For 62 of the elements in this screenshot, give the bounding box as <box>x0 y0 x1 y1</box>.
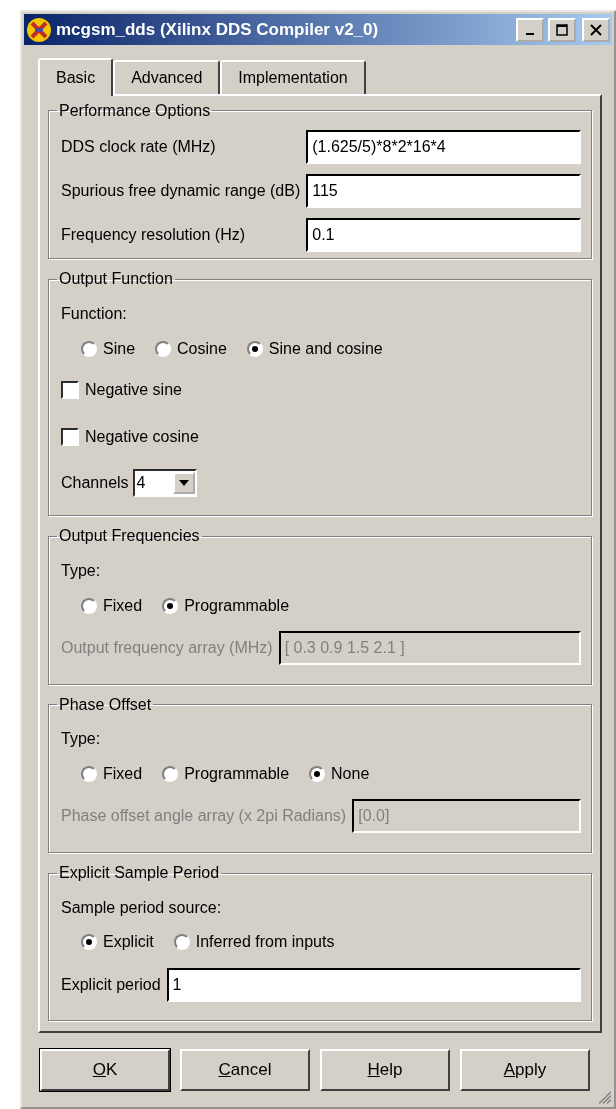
radio-label: None <box>331 764 370 783</box>
radio-button[interactable] <box>81 597 97 614</box>
field-label: DDS clock rate (MHz) <box>61 137 217 156</box>
radio-button[interactable] <box>162 765 179 782</box>
group-caption: Type: <box>61 730 101 749</box>
minimize-button[interactable] <box>516 17 544 42</box>
group-title: Output Function <box>58 270 174 289</box>
checkbox-label: Negative sine <box>85 380 182 399</box>
radio-button[interactable] <box>162 597 179 614</box>
group-caption: Type: <box>61 561 101 580</box>
close-button[interactable] <box>582 17 610 42</box>
group-caption: Sample period source: <box>61 898 222 917</box>
radio-label: Programmable <box>184 596 290 615</box>
radio-label: Explicit <box>103 933 154 952</box>
radio-button[interactable] <box>81 934 97 951</box>
radio-label: Inferred from inputs <box>195 933 335 952</box>
caret-icon <box>178 479 189 486</box>
app-logo-icon <box>26 16 52 43</box>
checkbox-label: Negative cosine <box>85 427 199 446</box>
field-label: Spurious free dynamic range (dB) <box>61 181 301 200</box>
resize-grip-icon <box>598 1091 612 1105</box>
tab[interactable]: Implementation <box>220 59 366 94</box>
radio-button[interactable] <box>173 934 190 951</box>
group-title: Phase Offset <box>58 695 153 714</box>
radio-button[interactable] <box>81 765 97 782</box>
input-field[interactable]: 1 <box>166 967 581 1002</box>
radio-label: Fixed <box>103 596 143 615</box>
radio-button[interactable] <box>309 765 326 782</box>
field-label: Output frequency array (MHz) <box>61 639 273 658</box>
checkbox[interactable] <box>61 380 79 399</box>
dialog-button[interactable]: Apply <box>460 1049 590 1092</box>
field-label: Frequency resolution (Hz) <box>61 225 247 244</box>
dialog-button[interactable]: Help <box>320 1049 450 1092</box>
input-field[interactable]: 115 <box>306 173 581 208</box>
radio-label: Fixed <box>103 764 143 783</box>
group-title: Performance Options <box>58 101 212 120</box>
dropdown[interactable]: 4 <box>132 468 197 497</box>
close-icon <box>590 23 602 36</box>
group-caption: Function: <box>61 305 127 323</box>
group-title: Explicit Sample Period <box>58 864 221 883</box>
dialog-button[interactable]: OK <box>40 1049 170 1092</box>
field-label: Explicit period <box>61 975 161 994</box>
group-title: Output Frequencies <box>58 527 201 546</box>
select-label: Channels <box>61 473 129 492</box>
radio-label: Sine and cosine <box>268 339 383 358</box>
maximize-button[interactable] <box>548 17 576 42</box>
dialog-button[interactable]: Cancel <box>180 1049 310 1092</box>
tab[interactable]: Advanced <box>113 59 221 94</box>
radio-label: Sine <box>103 339 136 358</box>
input-field[interactable]: 0.1 <box>306 217 581 252</box>
radio-label: Cosine <box>177 339 227 358</box>
field-label: Phase offset angle array (x 2pi Radians) <box>61 807 347 826</box>
window-title: mcgsm_dds (Xilinx DDS Compiler v2_0) <box>56 19 380 40</box>
radio-button[interactable] <box>155 340 172 357</box>
input-field[interactable]: (1.625/5)*8*2*16*4 <box>306 129 581 164</box>
radio-button[interactable] <box>246 340 263 357</box>
maximize-icon <box>556 23 568 36</box>
checkbox[interactable] <box>61 427 79 446</box>
radio-button[interactable] <box>81 340 97 357</box>
minimize-icon <box>526 32 534 35</box>
tab[interactable]: Basic <box>38 57 114 96</box>
radio-label: Programmable <box>184 764 290 783</box>
